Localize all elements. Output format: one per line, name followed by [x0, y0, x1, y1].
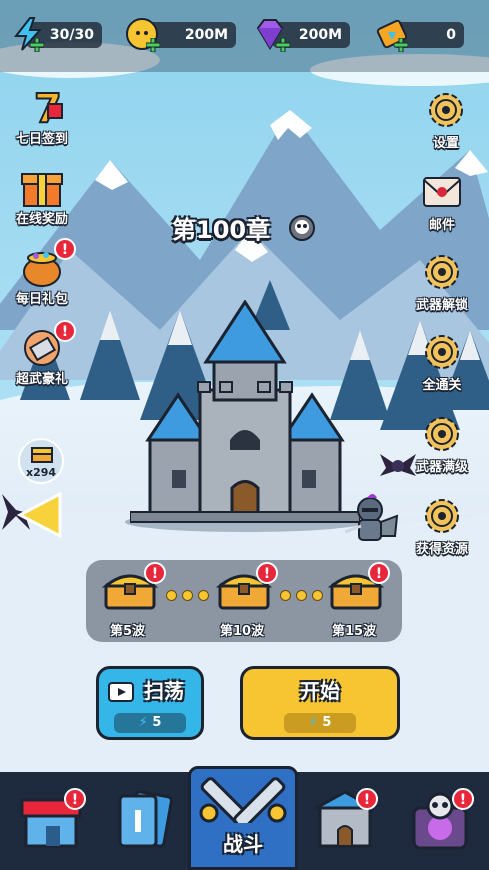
nav-battle[interactable]: 战斗	[188, 766, 298, 870]
seven-day-signin-label: 七日签到	[15, 132, 68, 147]
add-gem-icon[interactable]	[276, 38, 290, 52]
skull-portal-alert-badge: !	[452, 788, 474, 810]
seven-day-signin-button[interactable]: 7 七日签到	[0, 84, 84, 147]
online-reward-label: 在线奖励	[15, 212, 68, 227]
nav-cards[interactable]	[98, 772, 186, 870]
wave-15-label: 第15波	[332, 624, 377, 639]
super-weapon-alert-badge: !	[54, 320, 76, 342]
daily-pack-label: 每日礼包	[15, 292, 68, 307]
nav-skull-portal[interactable]: !	[398, 772, 486, 870]
gear-icon	[425, 417, 459, 451]
gear-icon	[425, 335, 459, 369]
skull-icon	[289, 215, 315, 241]
gear-icon	[425, 499, 459, 533]
wave-10-alert-badge: !	[256, 562, 278, 584]
mail-icon	[423, 177, 461, 207]
progress-dot	[312, 590, 323, 601]
progress-dot	[198, 590, 209, 601]
progress-dot	[166, 590, 177, 601]
mail-button[interactable]: 邮件	[400, 170, 484, 233]
weapon-unlock-label: 武器解锁	[415, 298, 468, 313]
cards-icon	[118, 790, 173, 848]
sweep-label: 扫荡	[144, 679, 184, 703]
seven-day-calendar-icon: 7	[33, 85, 63, 128]
wave-5-alert-badge: !	[144, 562, 166, 584]
sweep-cost: ⚡ 5	[114, 713, 186, 733]
progress-dot	[280, 590, 291, 601]
add-energy-icon[interactable]	[30, 38, 44, 52]
add-gold-icon[interactable]	[146, 38, 160, 52]
gift-box-icon	[21, 173, 63, 207]
castle-illustration[interactable]	[130, 300, 360, 525]
previous-chapter-arrow-icon[interactable]	[16, 490, 66, 540]
wave-5-label: 第5波	[110, 624, 146, 639]
nav-shop[interactable]: !	[8, 772, 96, 870]
start-cost-value: 5	[322, 715, 332, 730]
clear-all-button[interactable]: 全通关	[400, 330, 484, 393]
online-reward-button[interactable]: 在线奖励	[0, 164, 84, 227]
chest-counter[interactable]: x294	[18, 438, 64, 484]
weapon-max-level-button[interactable]: 武器满级	[400, 412, 484, 475]
settings-button[interactable]: 设置	[404, 88, 488, 151]
shop-alert-badge: !	[64, 788, 86, 810]
weapon-unlock-button[interactable]: 武器解锁	[400, 250, 484, 313]
get-resources-label: 获得资源	[415, 542, 468, 557]
knight-character	[345, 494, 399, 541]
gear-icon	[429, 93, 463, 127]
crossed-swords-icon	[199, 777, 287, 823]
clear-all-label: 全通关	[422, 378, 462, 393]
super-weapon-gift-label: 超武豪礼	[15, 372, 68, 387]
chest-icon	[31, 447, 53, 463]
daily-pack-alert-badge: !	[54, 238, 76, 260]
nav-battle-label: 战斗	[223, 832, 263, 856]
chest-count: x294	[25, 466, 57, 479]
gear-icon	[425, 255, 459, 289]
chapter-title-text: 第100章	[172, 216, 271, 244]
wave-15-alert-badge: !	[368, 562, 390, 584]
nav-castle[interactable]: !	[302, 772, 390, 870]
get-resources-button[interactable]: 获得资源	[400, 494, 484, 557]
lightning-icon: ⚡	[138, 715, 148, 730]
chapter-title: 第100章	[172, 210, 270, 245]
start-button[interactable]: 开始 ⚡ 5	[240, 666, 400, 740]
start-cost: ⚡ 5	[284, 713, 356, 733]
castle-alert-badge: !	[356, 788, 378, 810]
weapon-max-level-label: 武器满级	[415, 460, 468, 475]
sweep-cost-value: 5	[152, 715, 162, 730]
progress-dot	[182, 590, 193, 601]
progress-dot	[296, 590, 307, 601]
lightning-icon: ⚡	[308, 715, 318, 730]
sweep-button[interactable]: 扫荡 ⚡ 5	[96, 666, 204, 740]
start-label: 开始	[300, 679, 340, 703]
wave-10-label: 第10波	[220, 624, 265, 639]
mail-label: 邮件	[428, 218, 455, 233]
settings-label: 设置	[432, 136, 459, 151]
add-ticket-icon[interactable]	[394, 38, 408, 52]
